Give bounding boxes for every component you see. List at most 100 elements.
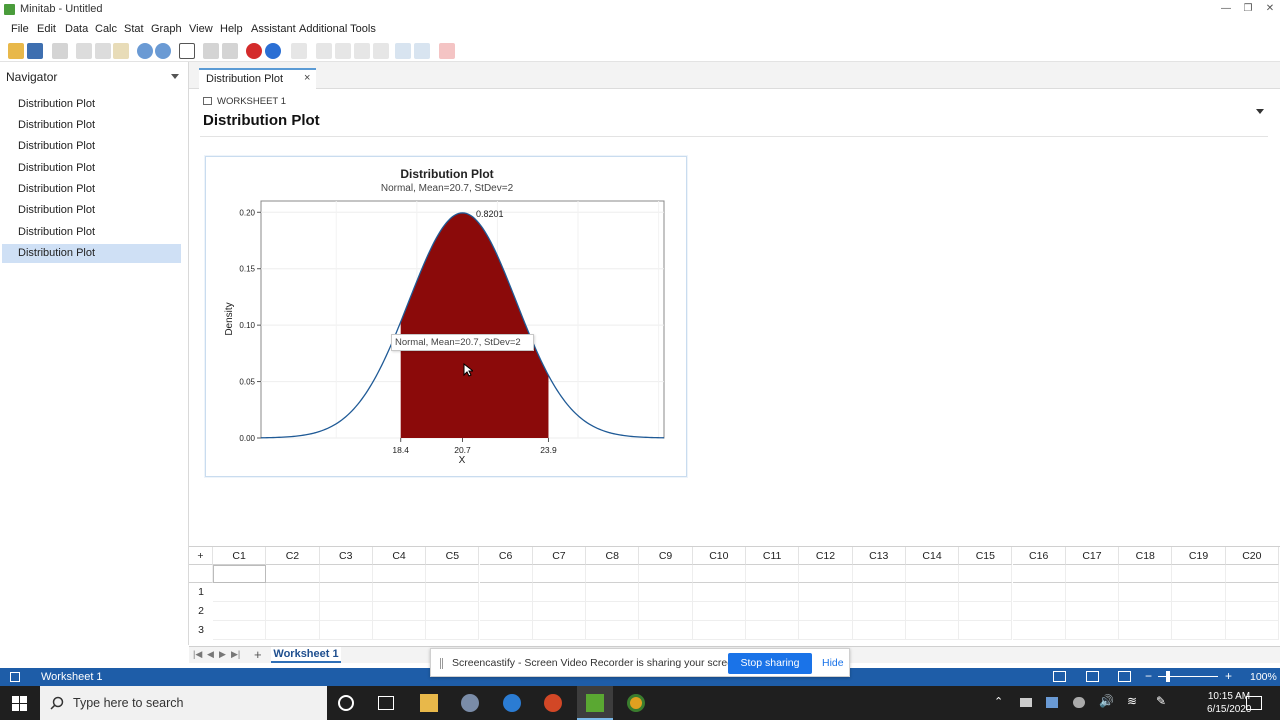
grid-cell[interactable]	[479, 602, 533, 621]
column-name-cell[interactable]	[586, 565, 640, 583]
first-sheet-icon[interactable]: |◀	[193, 649, 202, 660]
replace-icon[interactable]	[222, 43, 238, 59]
copy-icon[interactable]	[95, 43, 111, 59]
settings-app-icon[interactable]	[461, 694, 479, 712]
tray-app-icon[interactable]	[1020, 698, 1032, 707]
column-name-cell[interactable]	[639, 565, 693, 583]
grid-cell[interactable]	[1065, 583, 1120, 602]
find-icon[interactable]	[203, 43, 219, 59]
column-header[interactable]: C6	[479, 547, 533, 565]
grid-cell[interactable]	[1172, 583, 1226, 602]
column-header[interactable]: C12	[799, 547, 853, 565]
column-name-cell[interactable]	[426, 565, 480, 583]
grid-cell[interactable]	[799, 602, 853, 621]
chrome-icon[interactable]	[627, 694, 645, 712]
menu-data[interactable]: Data	[65, 23, 88, 35]
brush-icon[interactable]	[395, 43, 411, 59]
grid-cell[interactable]	[1225, 602, 1279, 621]
grid-cell[interactable]	[746, 621, 800, 640]
volume-icon[interactable]: 🔊	[1099, 694, 1114, 708]
column-name-cell[interactable]	[799, 565, 853, 583]
navigator-item[interactable]: Distribution Plot	[2, 137, 181, 156]
powerpoint-icon[interactable]	[544, 694, 562, 712]
tab-distribution-plot[interactable]: Distribution Plot ×	[199, 68, 316, 89]
column-name-cell[interactable]	[372, 565, 427, 583]
menu-edit[interactable]: Edit	[37, 23, 56, 35]
grid-cell[interactable]	[799, 583, 853, 602]
grid-cell[interactable]	[1119, 602, 1173, 621]
column-header[interactable]: C10	[692, 547, 746, 565]
navigator-item-selected[interactable]: Distribution Plot	[2, 244, 181, 263]
taskbar-search[interactable]: Type here to search	[40, 686, 327, 720]
grid-cell[interactable]	[905, 621, 960, 640]
grid-cell[interactable]	[213, 602, 267, 621]
grid-cell[interactable]	[1012, 621, 1066, 640]
column-name-cell[interactable]	[1065, 565, 1120, 583]
navigator-item[interactable]: Distribution Plot	[2, 180, 181, 199]
restore-icon[interactable]: ❐	[1241, 2, 1255, 16]
column-name-cell[interactable]	[1012, 565, 1066, 583]
grid-cell[interactable]	[319, 583, 373, 602]
eraser-icon[interactable]	[439, 43, 455, 59]
grid-cell[interactable]	[532, 602, 587, 621]
next-sheet-icon[interactable]: ▶	[219, 649, 226, 660]
column-name-cell[interactable]	[852, 565, 906, 583]
column-name-cell[interactable]	[1225, 565, 1279, 583]
column-name-cell[interactable]	[692, 565, 746, 583]
column-header[interactable]: C7	[532, 547, 587, 565]
grid-cell[interactable]	[372, 602, 427, 621]
grid-cell[interactable]	[426, 583, 480, 602]
grid-corner[interactable]: +	[189, 547, 213, 565]
grid-cell[interactable]	[1172, 602, 1226, 621]
grid-cell[interactable]	[692, 583, 746, 602]
zoom-out-icon[interactable]: −	[1145, 669, 1152, 683]
add-sheet-icon[interactable]: +	[254, 647, 262, 662]
navigator-item[interactable]: Distribution Plot	[2, 159, 181, 178]
row-header[interactable]: 3	[189, 621, 213, 640]
undo-icon[interactable]	[137, 43, 153, 59]
column-name-cell[interactable]	[905, 565, 960, 583]
row-header[interactable]: 2	[189, 602, 213, 621]
column-header[interactable]: C16	[1012, 547, 1066, 565]
column-name-cell[interactable]	[746, 565, 800, 583]
grid-cell[interactable]	[319, 621, 373, 640]
column-header[interactable]: C17	[1065, 547, 1120, 565]
open-icon[interactable]	[8, 43, 24, 59]
column-header[interactable]: C1	[213, 547, 267, 565]
grid-cell[interactable]	[586, 602, 640, 621]
grid-cell[interactable]	[692, 602, 746, 621]
save-icon[interactable]	[27, 43, 43, 59]
paste-icon[interactable]	[113, 43, 129, 59]
pen-icon[interactable]: ✎	[1156, 694, 1166, 708]
menu-stat[interactable]: Stat	[124, 23, 144, 35]
grid-cell[interactable]	[959, 602, 1013, 621]
grid-cell[interactable]	[1119, 621, 1173, 640]
help-icon[interactable]	[265, 43, 281, 59]
grid-cell[interactable]	[905, 583, 960, 602]
grid-cell[interactable]	[1065, 602, 1120, 621]
navigator-item[interactable]: Distribution Plot	[2, 116, 181, 135]
grid-cell[interactable]	[586, 621, 640, 640]
column-name-cell[interactable]	[479, 565, 533, 583]
grid-cell[interactable]	[959, 583, 1013, 602]
network-app-icon[interactable]	[1073, 697, 1085, 708]
graph-container[interactable]: Distribution Plot Normal, Mean=20.7, StD…	[205, 156, 687, 477]
zoom-slider-thumb[interactable]	[1166, 671, 1170, 682]
column-header[interactable]: C3	[319, 547, 373, 565]
stop-sharing-button[interactable]: Stop sharing	[728, 653, 812, 674]
sheet-tab-worksheet-1[interactable]: Worksheet 1	[271, 647, 341, 663]
sort-icon[interactable]	[373, 43, 389, 59]
grid-cell[interactable]	[532, 621, 587, 640]
grid-cell[interactable]	[479, 583, 533, 602]
grid-cell[interactable]	[586, 583, 640, 602]
grid-cell[interactable]	[639, 621, 693, 640]
redo-icon[interactable]	[155, 43, 171, 59]
grid-cell[interactable]	[266, 583, 320, 602]
grid-cell[interactable]	[426, 621, 480, 640]
close-window-icon[interactable]: ✕	[1263, 2, 1277, 16]
menu-file[interactable]: File	[11, 23, 29, 35]
wifi-icon[interactable]: ≋	[1127, 694, 1137, 708]
grid-cell[interactable]	[905, 602, 960, 621]
edge-icon[interactable]	[503, 694, 521, 712]
grid-cell[interactable]	[372, 621, 427, 640]
